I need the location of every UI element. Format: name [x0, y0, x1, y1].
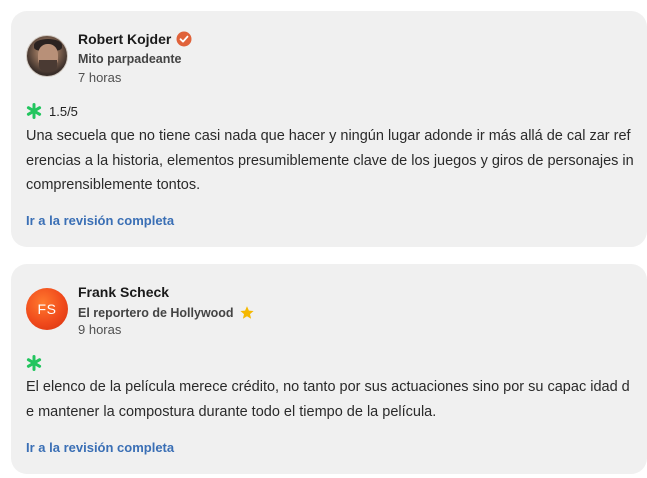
review-quote: El elenco de la película merece crédito,… — [26, 379, 630, 420]
publication-name[interactable]: El reportero de Hollywood — [78, 306, 234, 320]
review-score: 1.5/5 — [49, 103, 78, 119]
critic-name[interactable]: Robert Kojder — [78, 31, 171, 47]
review-time: 7 horas — [78, 70, 122, 85]
critic-name-row: Frank Scheck — [78, 284, 169, 300]
publication-name[interactable]: Mito parpadeante — [78, 52, 182, 66]
review-quote: Una secuela que no tiene casi nada que h… — [26, 128, 634, 193]
review-card: Robert Kojder Mito parpadeante 7 horas 1… — [11, 11, 647, 247]
critic-name-row: Robert Kojder — [78, 31, 192, 47]
critic-avatar[interactable] — [26, 35, 68, 77]
rating-row: 1.5/5 — [26, 103, 78, 119]
full-review-link[interactable]: Ir a la revisión completa — [26, 213, 174, 228]
full-review-link[interactable]: Ir a la revisión completa — [26, 440, 174, 455]
avatar-initials: FS — [37, 301, 57, 317]
review-time: 9 horas — [78, 322, 122, 337]
critic-name[interactable]: Frank Scheck — [78, 284, 169, 300]
avatar-beard — [39, 60, 57, 72]
verified-check-icon — [176, 31, 192, 47]
review-card: FS Frank Scheck El reportero de Hollywoo… — [11, 264, 647, 474]
critic-avatar[interactable]: FS — [26, 288, 68, 330]
rotten-splat-icon — [26, 355, 42, 371]
publication-row: Mito parpadeante — [78, 52, 182, 66]
rating-row — [26, 355, 49, 371]
publication-row: El reportero de Hollywood — [78, 305, 255, 321]
rotten-splat-icon — [26, 103, 42, 119]
star-icon — [239, 306, 254, 319]
